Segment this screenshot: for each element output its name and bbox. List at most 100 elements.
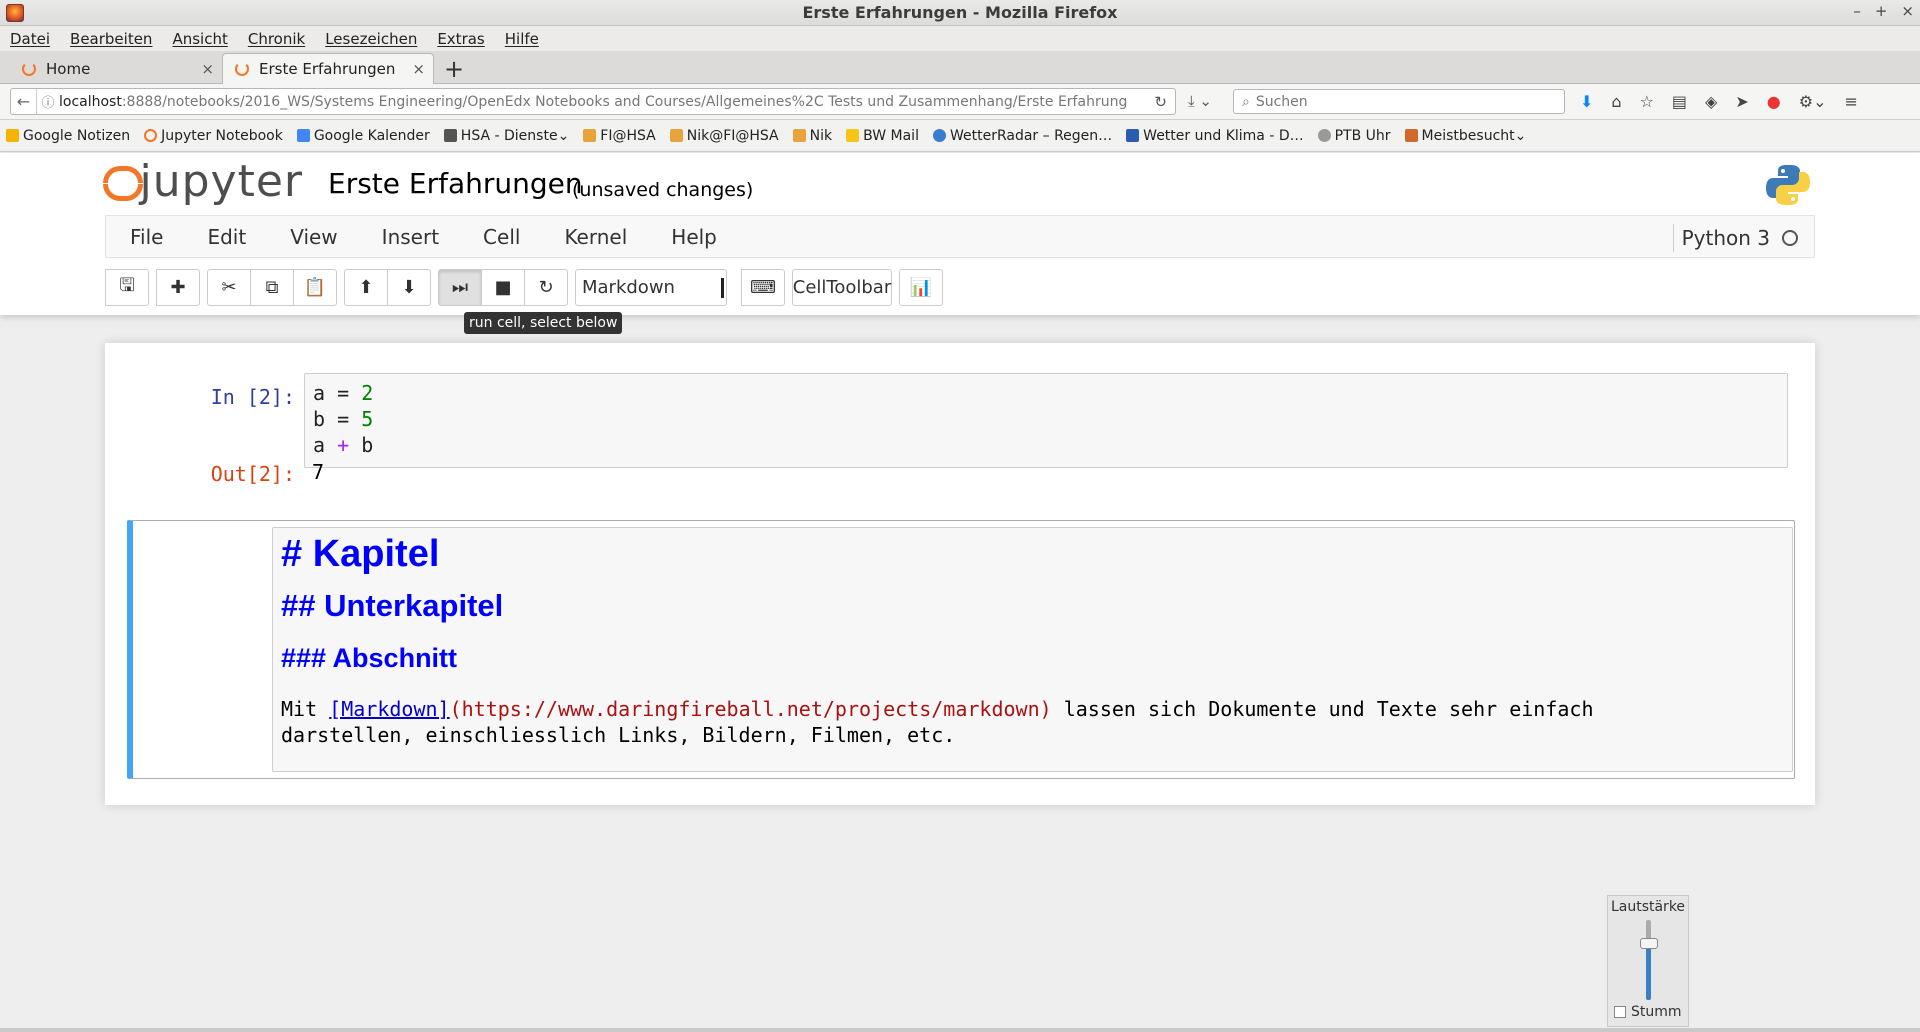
maximize-button[interactable]: + <box>1875 2 1888 20</box>
bookmark-google-notizen[interactable]: Google Notizen <box>6 128 130 144</box>
menu-extras[interactable]: Extras <box>437 30 484 48</box>
menu-chronik[interactable]: Chronik <box>248 30 305 48</box>
folder-icon <box>443 129 457 142</box>
browser-menubar: Datei Bearbeiten Ansicht Chronik Lesezei… <box>0 26 1920 51</box>
md-link-url: (https://www.daringfireball.net/projects… <box>449 697 1052 721</box>
url-text[interactable]: localhost:8888/notebooks/2016_WS/Systems… <box>59 94 1139 110</box>
cell-type-select[interactable]: Markdown <box>575 269 727 306</box>
paste-button[interactable]: 📋 <box>293 269 337 306</box>
bookmark-icon <box>6 129 19 142</box>
bookmark-icon <box>792 129 806 142</box>
extension-icon[interactable]: ⚙⌄ <box>1799 92 1827 111</box>
markdown-cell-input[interactable]: # Kapitel ## Unterkapitel ### Abschnitt … <box>272 527 1793 772</box>
command-palette-button[interactable]: ⌨ <box>741 269 785 306</box>
md-paragraph: Mit [Markdown](https://www.daringfirebal… <box>281 697 1594 747</box>
menu-lesezeichen[interactable]: Lesezeichen <box>325 30 417 48</box>
minimize-button[interactable]: – <box>1853 2 1861 20</box>
tab-close-icon[interactable]: × <box>201 60 214 78</box>
bookmark-icon <box>583 129 597 142</box>
notebook-toolbar: 🖫 ✚ ✂ ⧉ 📋 ⬆ ⬇ ⏭ ■ ↻ Markdown ⌨ CellToolb… <box>105 269 950 307</box>
pocket-icon[interactable]: ◈ <box>1705 92 1717 111</box>
bookmark-wetterradar[interactable]: WetterRadar – Regen… <box>932 128 1112 144</box>
insert-cell-button[interactable]: ✚ <box>156 269 200 306</box>
menu-file[interactable]: File <box>130 225 163 249</box>
bookmark-jupyter-notebook[interactable]: Jupyter Notebook <box>144 128 283 144</box>
menu-datei[interactable]: Datei <box>10 30 50 48</box>
tab-erste-erfahrungen[interactable]: Erste Erfahrungen × <box>222 53 434 84</box>
menu-insert[interactable]: Insert <box>382 225 439 249</box>
move-up-button[interactable]: ⬆ <box>344 269 388 306</box>
home-icon[interactable]: ⌂ <box>1611 92 1621 111</box>
volume-slider-handle[interactable] <box>1640 938 1658 949</box>
bookmark-icon <box>669 129 683 142</box>
bookmark-fi-hsa[interactable]: FI@HSA <box>583 128 656 144</box>
menu-view[interactable]: View <box>290 225 337 249</box>
bookmark-folder-hsa-dienste[interactable]: HSA - Dienste ⌄ <box>443 128 569 144</box>
output-prompt: Out[2]: <box>210 462 295 486</box>
cut-button[interactable]: ✂ <box>207 269 251 306</box>
mute-label: Stumm <box>1631 1004 1682 1020</box>
md-heading-3: ### Abschnitt <box>281 643 458 673</box>
jupyter-logo[interactable]: jupyter <box>103 155 303 207</box>
navigation-bar: ← ⓘ localhost:8888/notebooks/2016_WS/Sys… <box>0 84 1920 120</box>
menu-ansicht[interactable]: Ansicht <box>172 30 227 48</box>
notebook-name[interactable]: Erste Erfahrungen <box>328 167 583 200</box>
bookmark-google-kalender[interactable]: Google Kalender <box>296 128 430 144</box>
close-window-button[interactable]: × <box>1901 2 1914 20</box>
bookmark-folder-meistbesucht[interactable]: Meistbesucht ⌄ <box>1404 128 1526 144</box>
library-icon[interactable]: ▤ <box>1672 92 1687 111</box>
volume-level-fill <box>1646 944 1651 1000</box>
chart-icon[interactable]: 📊 <box>899 269 943 306</box>
markdown-cell-selected[interactable]: # Kapitel ## Unterkapitel ### Abschnitt … <box>127 520 1795 779</box>
search-input[interactable]: ⌕ Suchen <box>1233 89 1565 114</box>
folder-icon <box>1404 129 1418 142</box>
download-icon[interactable]: ⤓ ⌄ <box>1188 92 1212 110</box>
volume-title: Lautstärke <box>1610 899 1686 915</box>
bookmark-icon <box>144 129 158 142</box>
address-bar[interactable]: ← ⓘ localhost:8888/notebooks/2016_WS/Sys… <box>10 88 1176 115</box>
addon-icon[interactable]: ● <box>1767 92 1781 111</box>
tab-label: Erste Erfahrungen <box>259 60 396 78</box>
jupyter-tab-icon <box>235 62 249 76</box>
volume-popup: Lautstärke Stumm <box>1607 895 1689 1027</box>
downloads-arrow-icon[interactable]: ⬇ <box>1580 92 1593 111</box>
jupyter-logo-icon <box>103 164 143 201</box>
mute-checkbox[interactable]: Stumm <box>1614 1004 1682 1020</box>
checkbox-icon[interactable] <box>1614 1006 1626 1018</box>
bookmark-nik[interactable]: Nik <box>792 128 832 144</box>
menu-bearbeiten[interactable]: Bearbeiten <box>70 30 152 48</box>
md-heading-2: ## Unterkapitel <box>281 588 504 623</box>
menu-kernel[interactable]: Kernel <box>564 225 627 249</box>
send-icon[interactable]: ➤ <box>1735 92 1748 111</box>
reload-icon[interactable]: ↻ <box>1154 93 1167 111</box>
jupyter-page: jupyter Erste Erfahrungen (unsaved chang… <box>0 153 1920 1032</box>
python-logo-icon <box>1766 165 1810 205</box>
bookmark-bw-mail[interactable]: BW Mail <box>846 128 919 144</box>
new-tab-button[interactable]: + <box>444 55 464 83</box>
back-arrow-icon[interactable]: ← <box>11 89 37 114</box>
bookmark-star-icon[interactable]: ☆ <box>1640 92 1654 111</box>
bookmark-nik-fi-hsa[interactable]: Nik@FI@HSA <box>669 128 779 144</box>
md-link-text: [Markdown] <box>329 697 450 721</box>
menu-hilfe[interactable]: Hilfe <box>505 30 539 48</box>
menu-cell[interactable]: Cell <box>483 225 520 249</box>
interrupt-kernel-button[interactable]: ■ <box>481 269 525 306</box>
save-button[interactable]: 🖫 <box>105 269 149 306</box>
jupyter-header: jupyter Erste Erfahrungen (unsaved chang… <box>0 153 1920 315</box>
bookmark-ptb-uhr[interactable]: PTB Uhr <box>1317 128 1391 144</box>
tab-close-icon[interactable]: × <box>412 60 425 78</box>
celltoolbar-button[interactable]: CellToolbar <box>792 269 892 306</box>
menu-help[interactable]: Help <box>671 225 717 249</box>
code-cell-input[interactable]: a = 2 b = 5 a + b <box>304 373 1788 468</box>
move-down-button[interactable]: ⬇ <box>387 269 431 306</box>
bookmark-wetter-klima[interactable]: Wetter und Klima - D… <box>1126 128 1304 144</box>
restart-kernel-button[interactable]: ↻ <box>524 269 568 306</box>
menu-edit[interactable]: Edit <box>207 225 246 249</box>
run-cell-button[interactable]: ⏭ <box>438 269 482 306</box>
window-titlebar: Erste Erfahrungen - Mozilla Firefox – + … <box>0 0 1920 26</box>
kernel-name[interactable]: Python 3 <box>1682 226 1770 250</box>
tab-home[interactable]: Home × <box>10 53 222 84</box>
hamburger-menu-icon[interactable]: ≡ <box>1844 92 1857 111</box>
copy-button[interactable]: ⧉ <box>250 269 294 306</box>
info-icon[interactable]: ⓘ <box>37 92 59 111</box>
